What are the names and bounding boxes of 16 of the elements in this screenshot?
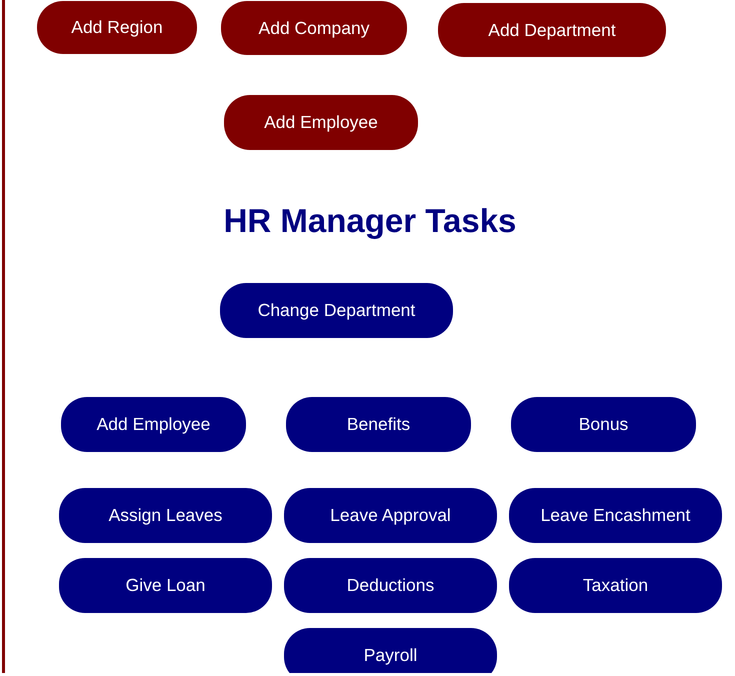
task-button[interactable]: Give Loan: [59, 558, 272, 613]
task-button[interactable]: Change Department: [220, 283, 453, 338]
task-button[interactable]: Taxation: [509, 558, 722, 613]
task-button[interactable]: Payroll: [284, 628, 497, 673]
admin-button[interactable]: Add Company: [221, 1, 407, 55]
admin-button[interactable]: Add Department: [438, 3, 666, 57]
task-button[interactable]: Add Employee: [61, 397, 246, 452]
task-button[interactable]: Benefits: [286, 397, 471, 452]
task-button[interactable]: Assign Leaves: [59, 488, 272, 543]
task-button[interactable]: Leave Encashment: [509, 488, 722, 543]
task-button[interactable]: Deductions: [284, 558, 497, 613]
task-button[interactable]: Bonus: [511, 397, 696, 452]
page-title: HR Manager Tasks: [224, 201, 516, 241]
task-button[interactable]: Leave Approval: [284, 488, 497, 543]
admin-button[interactable]: Add Employee: [224, 95, 418, 150]
admin-button[interactable]: Add Region: [37, 1, 197, 54]
